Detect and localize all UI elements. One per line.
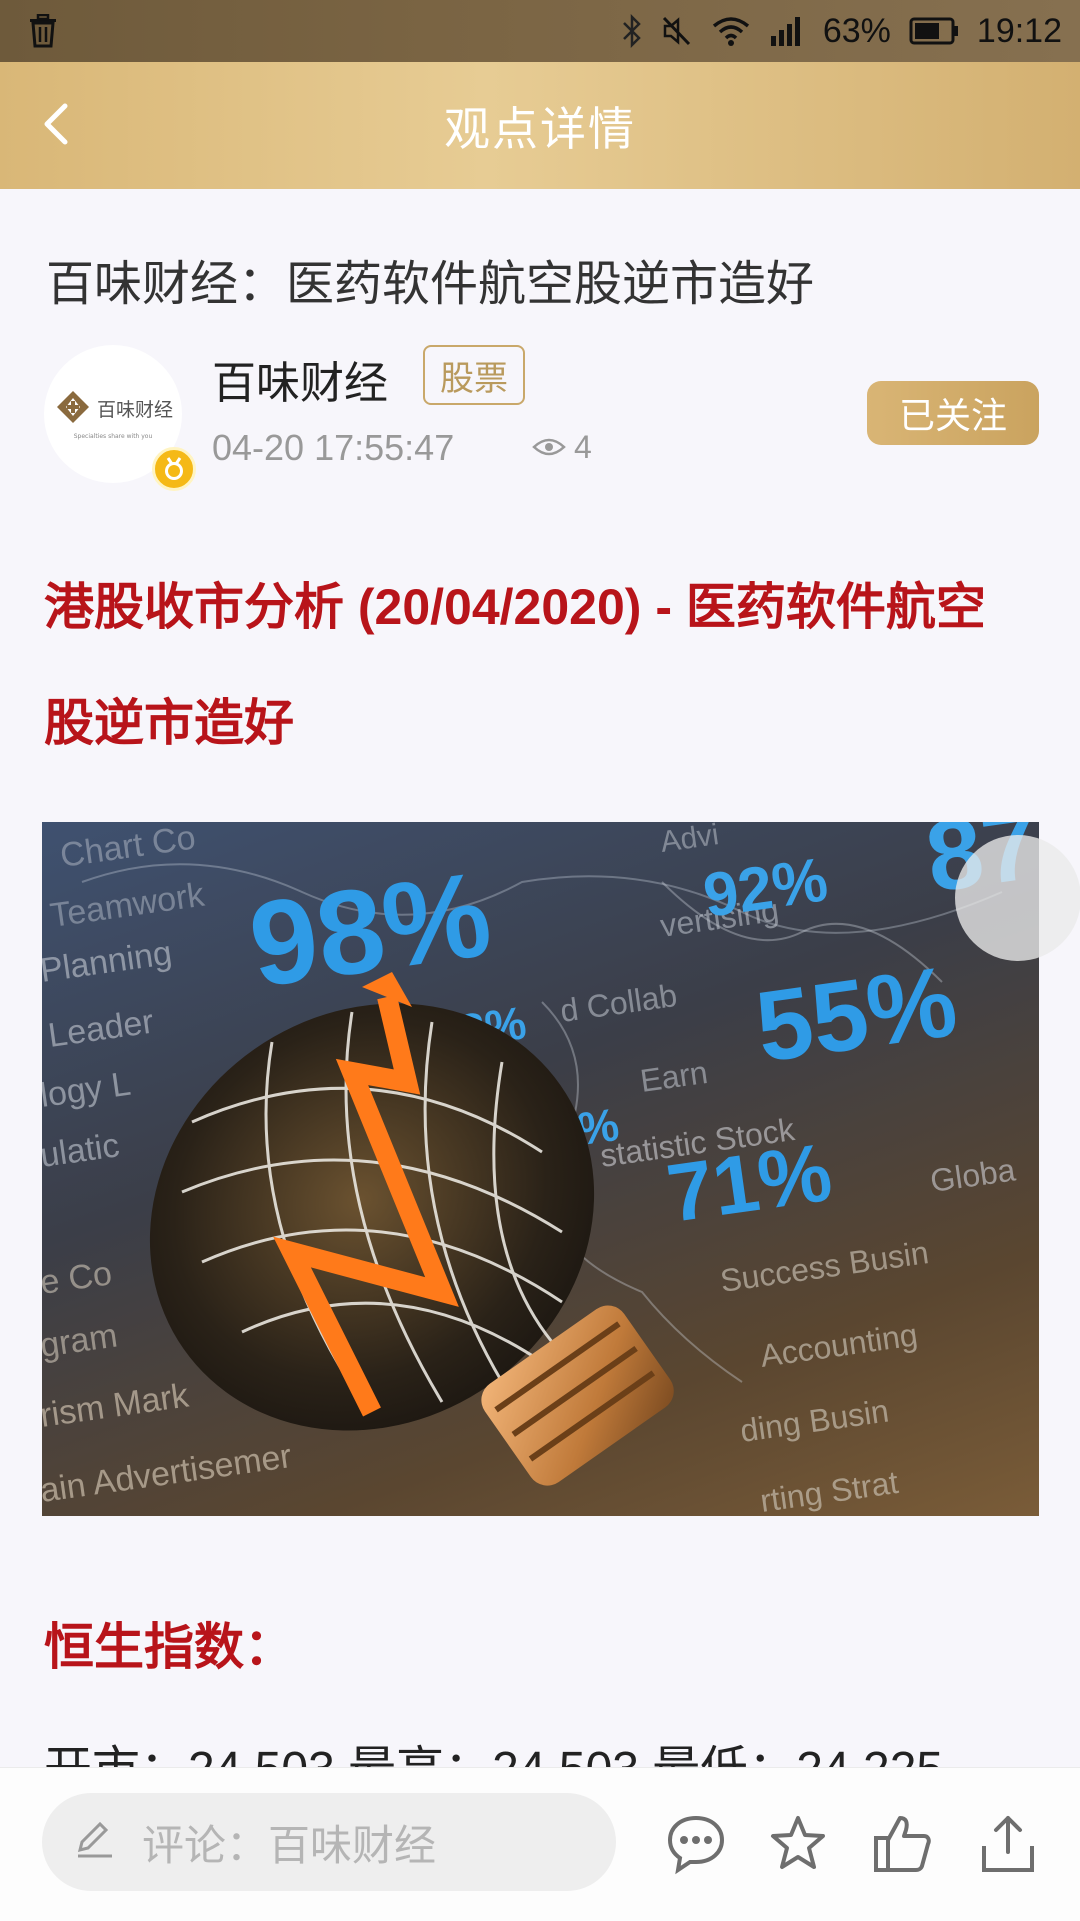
battery-icon [909,16,959,46]
battery-percent: 63% [822,11,891,50]
star-icon[interactable] [766,1812,830,1876]
back-button[interactable] [26,96,86,156]
article-headline: 港股收市分析 (20/04/2020) - 医药软件航空股逆市造好 [44,579,986,751]
app-header: 观点详情 [0,62,1080,189]
bottom-action-bar: 评论：百味财经 [0,1767,1080,1921]
wifi-icon [711,14,751,48]
comment-icon[interactable] [664,1812,728,1876]
image-word: Leader [46,1003,156,1055]
post-timestamp: 04-20 17:55:47 [212,427,455,468]
image-word: Planning [42,934,174,990]
view-count: 4 [532,429,592,466]
image-word: e Co [42,1254,114,1302]
image-word: rting Strat [758,1464,900,1516]
medal-badge-icon [152,447,196,491]
page-title: 观点详情 [444,101,636,156]
thumbs-up-icon[interactable] [870,1812,934,1876]
status-bar: 63% 19:12 [0,0,1080,62]
signal-icon [769,14,805,48]
avatar-brand-name: 百味财经 [96,399,173,421]
comment-input[interactable]: 评论：百味财经 [42,1793,616,1891]
image-word: logy L [42,1065,133,1115]
clock: 19:12 [976,11,1062,50]
mute-icon [661,14,693,48]
section-label-hsi: 恒生指数： [44,1618,294,1676]
image-word: Teamwork [48,876,208,935]
brand-logo-icon [53,389,93,429]
image-word: rism Mark [42,1376,192,1435]
image-word: Success Busin [718,1234,931,1299]
post-title: 百味财经：医药软件航空股逆市造好 [46,256,815,312]
trash-icon [28,14,58,48]
image-word: Earn [638,1054,710,1099]
image-word: ding Busin [738,1392,891,1448]
comment-placeholder: 评论：百味财经 [142,1820,437,1870]
article-content[interactable]: 百味财经：医药软件航空股逆市造好 百味财经 Specialties share … [0,189,1080,1767]
author-name[interactable]: 百味财经 [212,347,388,411]
category-tag[interactable]: 股票 [423,345,525,405]
share-icon[interactable] [976,1812,1040,1876]
floating-action-button[interactable] [955,835,1080,961]
follow-button[interactable]: 已关注 [867,381,1039,445]
view-count-value: 4 [574,429,592,465]
chevron-left-icon [41,102,71,150]
edit-icon [72,1818,116,1866]
image-word: gram [42,1317,120,1365]
image-word: ulatic [42,1126,122,1175]
eye-icon [532,429,566,466]
image-word: Advi [658,822,720,859]
image-word: Globa [928,1151,1018,1199]
image-percent: 55% [749,945,963,1084]
image-word: d Collab [558,977,679,1029]
image-word: ain Advertisemer [42,1437,294,1510]
image-word: Chart Co [58,822,198,875]
hsi-summary-line: 开市：24,503 最高：24,503 最低：24,225 [44,1729,943,1767]
image-word: Accounting [758,1316,920,1374]
bluetooth-icon [621,14,643,48]
avatar-tagline: Specialties share with you [73,432,153,440]
image-percent: 92% [699,845,831,931]
article-image[interactable]: Chart Co Teamwork Planning Leader logy L… [42,822,1039,1516]
